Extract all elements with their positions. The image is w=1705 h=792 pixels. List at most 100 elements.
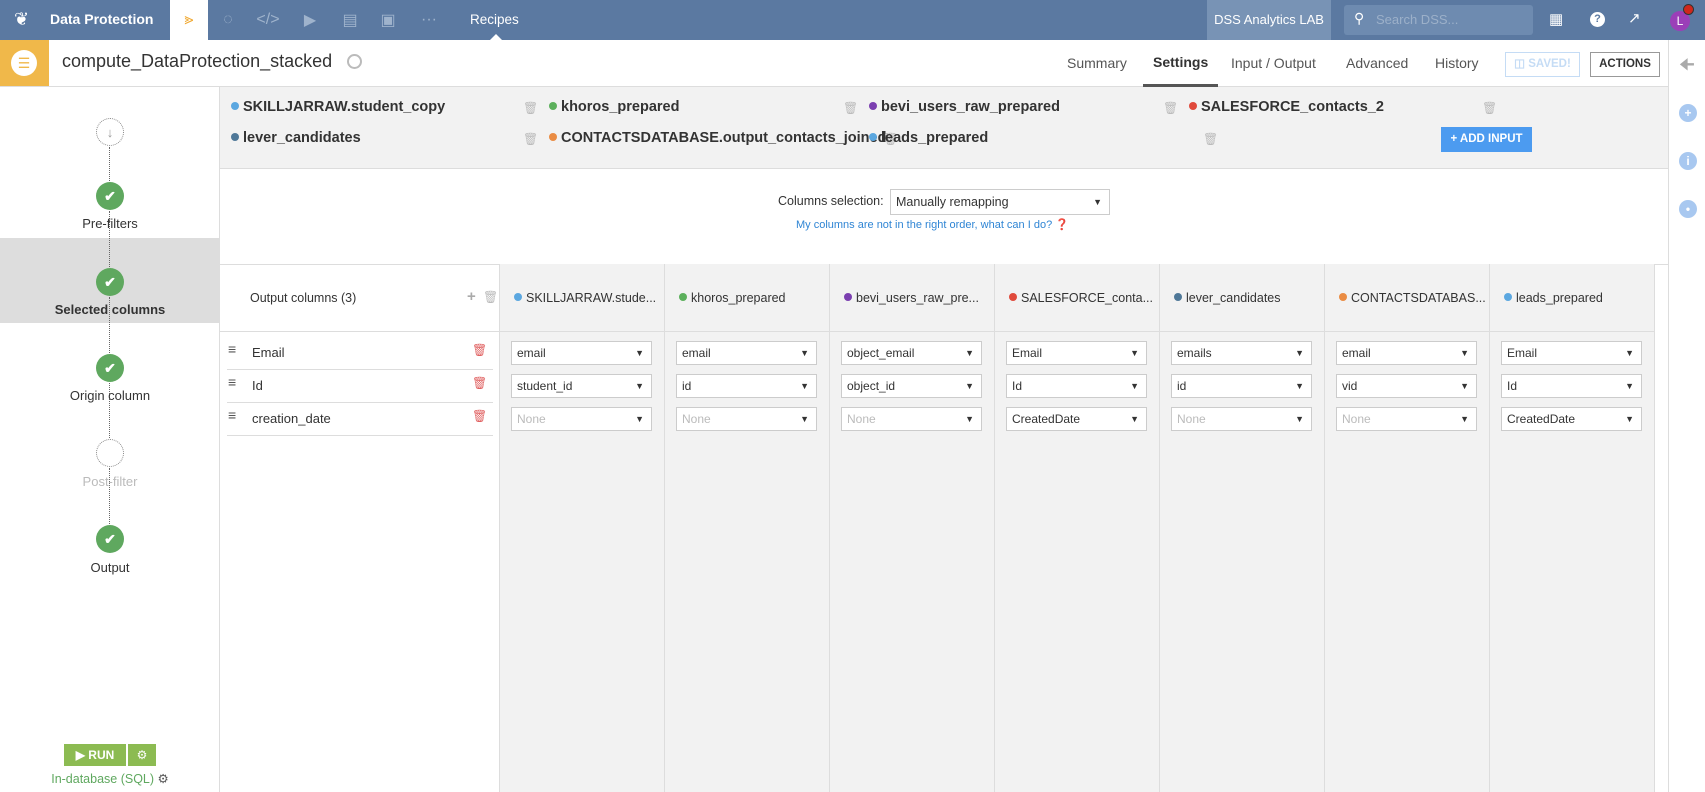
delete-column-trash-icon[interactable]: 🗑 (472, 343, 487, 357)
column-mapping-select[interactable]: vid ▼ (1336, 374, 1477, 398)
dataset-color-dot (1009, 293, 1017, 301)
column-mapping-select[interactable]: CreatedDate ▼ (1006, 407, 1147, 431)
drag-handle-icon[interactable]: ≡ (228, 374, 236, 390)
caret-down-icon: ▼ (1625, 348, 1634, 358)
column-mapping-select[interactable]: object_email ▼ (841, 341, 982, 365)
lab-icon[interactable]: ◌ (210, 0, 246, 40)
remove-input-trash-icon[interactable]: 🗑 (1163, 101, 1178, 115)
columns-selection-dropdown[interactable]: Manually remapping ▼ (890, 189, 1110, 215)
step-post-filter[interactable]: Post-filter (0, 474, 220, 489)
dss-bird-logo[interactable]: ❦ (14, 9, 36, 31)
deploy-icon[interactable]: ▤ (332, 0, 368, 40)
check-circle-icon[interactable]: ✔ (96, 354, 124, 382)
saved-button[interactable]: ◫ SAVED! (1505, 52, 1580, 77)
stack-recipe-icon: ☰ (11, 50, 37, 76)
column-mapping-select[interactable]: None ▼ (1171, 407, 1312, 431)
tab-settings[interactable]: Settings (1143, 40, 1219, 87)
drag-handle-icon[interactable]: ≡ (228, 407, 236, 423)
remove-input-trash-icon[interactable]: 🗑 (1482, 101, 1497, 115)
caret-down-icon: ▼ (1295, 414, 1304, 424)
caret-down-icon: ▼ (1295, 381, 1304, 391)
column-mapping-select[interactable]: Id ▼ (1501, 374, 1642, 398)
column-mapping-select[interactable]: email ▼ (511, 341, 652, 365)
column-mapping-select[interactable]: student_id ▼ (511, 374, 652, 398)
help-icon[interactable]: ? (1590, 12, 1605, 27)
column-mapping-select[interactable]: None ▼ (511, 407, 652, 431)
delete-all-trash-icon[interactable]: 🗑 (483, 290, 498, 304)
dataset-color-dot (549, 133, 557, 141)
step-pre-filters[interactable]: Pre-filters (0, 216, 220, 231)
empty-circle-icon[interactable] (96, 439, 124, 467)
mapping-column (995, 332, 1160, 792)
edit-compass-icon[interactable] (347, 54, 362, 69)
column-mapping-select[interactable]: None ▼ (841, 407, 982, 431)
code-icon[interactable]: </> (250, 0, 286, 40)
check-circle-icon[interactable]: ✔ (96, 182, 124, 210)
instance-name[interactable]: DSS Analytics LAB (1207, 0, 1331, 40)
check-circle-icon[interactable]: ✔ (96, 268, 124, 296)
flow-icon[interactable]: ⪢ (170, 0, 208, 40)
input-dataset[interactable]: bevi_users_raw_prepared (869, 99, 1060, 115)
column-mapping-select[interactable]: object_id ▼ (841, 374, 982, 398)
more-icon[interactable]: ··· (411, 0, 447, 40)
remove-input-trash-icon[interactable]: 🗑 (523, 132, 538, 146)
column-mapping-select[interactable]: Id ▼ (1006, 374, 1147, 398)
delete-column-trash-icon[interactable]: 🗑 (472, 409, 487, 423)
search-input[interactable]: Search DSS... (1376, 12, 1458, 27)
actions-button[interactable]: ACTIONS (1590, 52, 1660, 77)
input-dataset[interactable]: SALESFORCE_contacts_2 (1189, 99, 1384, 115)
tab-input-output[interactable]: Input / Output (1231, 40, 1316, 87)
step-selected-columns[interactable]: Selected columns (0, 302, 220, 317)
check-circle-icon[interactable]: ✔ (96, 525, 124, 553)
add-column-icon[interactable]: + (467, 288, 476, 305)
search-box[interactable]: ⚲ Search DSS... (1344, 5, 1533, 35)
drag-handle-icon[interactable]: ≡ (228, 341, 236, 357)
remove-input-trash-icon[interactable]: 🗑 (523, 101, 538, 115)
column-mapping-select[interactable]: None ▼ (676, 407, 817, 431)
tab-advanced[interactable]: Advanced (1346, 40, 1408, 87)
jobs-play-icon[interactable]: ▶ (292, 0, 328, 40)
column-mapping-select[interactable]: id ▼ (676, 374, 817, 398)
column-mapping-select[interactable]: email ▼ (676, 341, 817, 365)
column-mapping-select[interactable]: None ▼ (1336, 407, 1477, 431)
column-mapping-select[interactable]: id ▼ (1171, 374, 1312, 398)
arrow-down-circle-icon[interactable]: ↓ (96, 118, 124, 146)
section-recipes[interactable]: Recipes (470, 12, 519, 27)
tab-history[interactable]: History (1435, 40, 1479, 87)
project-name[interactable]: Data Protection (50, 11, 153, 27)
step-origin-column[interactable]: Origin column (0, 388, 220, 403)
recipe-title[interactable]: compute_DataProtection_stacked (62, 51, 332, 72)
input-dataset[interactable]: leads_prepared (869, 130, 988, 146)
column-mapping-select[interactable]: CreatedDate ▼ (1501, 407, 1642, 431)
discussion-icon[interactable]: • (1679, 200, 1697, 218)
info-icon[interactable]: i (1679, 152, 1697, 170)
column-mapping-select[interactable]: Email ▼ (1501, 341, 1642, 365)
row-divider (227, 369, 493, 370)
collapse-arrow-icon[interactable]: 🠈 (1679, 52, 1695, 81)
run-settings-button[interactable]: ⚙ (128, 744, 156, 766)
input-dataset[interactable]: lever_candidates (231, 130, 361, 146)
input-dataset[interactable]: khoros_prepared (549, 99, 679, 115)
step-output[interactable]: Output (0, 560, 220, 575)
output-column-name[interactable]: Id (252, 378, 263, 393)
add-input-button[interactable]: + ADD INPUT (1441, 127, 1532, 152)
input-dataset[interactable]: SKILLJARRAW.student_copy (231, 99, 445, 115)
column-mapping-select[interactable]: emails ▼ (1171, 341, 1312, 365)
run-button[interactable]: ▶ RUN (64, 744, 126, 766)
remove-input-trash-icon[interactable]: 🗑 (1203, 132, 1218, 146)
output-column-name[interactable]: Email (252, 345, 285, 360)
output-column-name[interactable]: creation_date (252, 411, 331, 426)
execution-engine[interactable]: In-database (SQL) ⚙ (0, 771, 220, 786)
mapping-value: None (517, 412, 546, 426)
remove-input-trash-icon[interactable]: 🗑 (843, 101, 858, 115)
activity-trend-icon[interactable]: ↗ (1628, 9, 1641, 27)
column-mapping-select[interactable]: email ▼ (1336, 341, 1477, 365)
column-order-help-link[interactable]: My columns are not in the right order, w… (796, 218, 1069, 231)
delete-column-trash-icon[interactable]: 🗑 (472, 376, 487, 390)
input-dataset[interactable]: CONTACTSDATABASE.output_contacts_joined (549, 130, 886, 146)
tab-summary[interactable]: Summary (1067, 40, 1127, 87)
column-mapping-select[interactable]: Email ▼ (1006, 341, 1147, 365)
add-circle-icon[interactable]: + (1679, 104, 1697, 122)
dashboard-icon[interactable]: ▣ (370, 0, 406, 40)
apps-grid-icon[interactable]: ▦ (1549, 10, 1563, 28)
